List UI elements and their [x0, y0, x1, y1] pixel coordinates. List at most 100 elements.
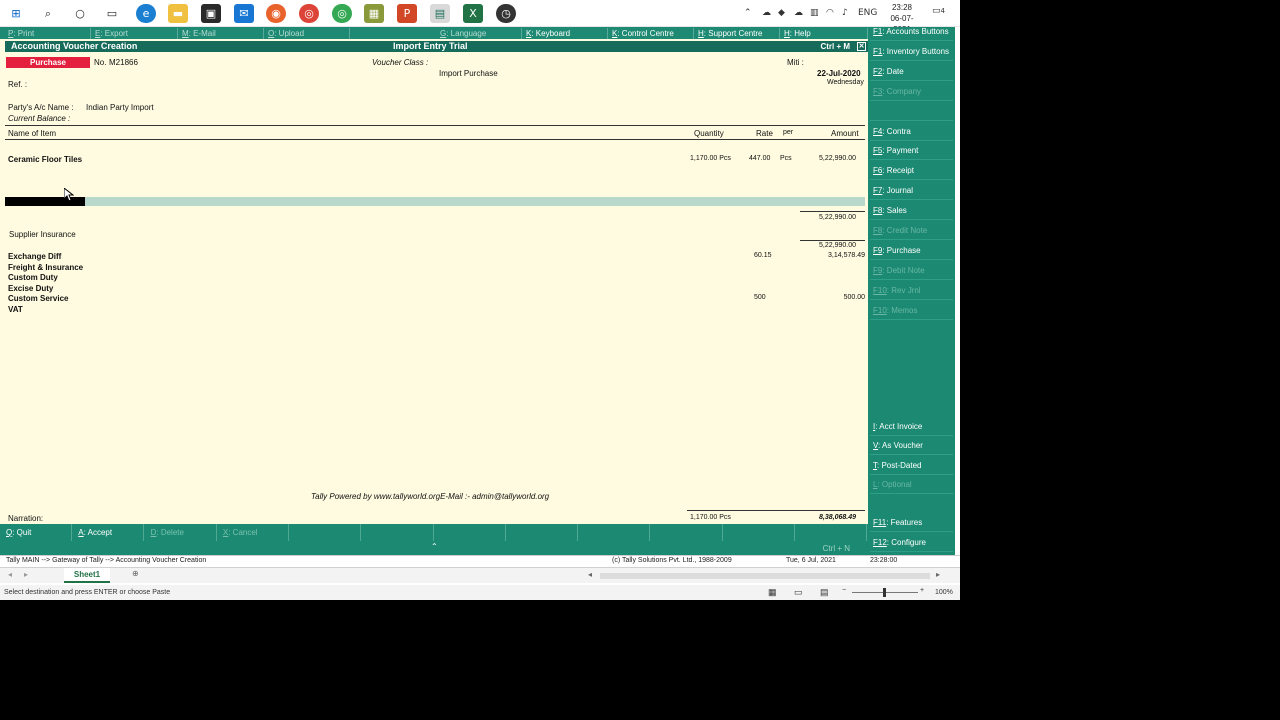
total-quantity: 1,170.00 Pcs — [690, 514, 731, 521]
notification-icon[interactable]: ▭4 — [932, 6, 945, 16]
right-button[interactable]: F8: Sales — [870, 201, 953, 221]
page-break-icon[interactable]: ▤ — [820, 587, 829, 598]
top-menu-item[interactable]: O: Upload — [264, 28, 350, 39]
voucher-no[interactable]: M21866 — [109, 58, 138, 67]
ledger-rate[interactable]: 60.15 — [754, 252, 772, 259]
right-button[interactable]: V: As Voucher — [870, 436, 953, 456]
dropbox-icon[interactable]: ◆ — [778, 8, 785, 18]
normal-view-icon[interactable]: ▦ — [768, 587, 777, 598]
ledger-name[interactable]: Exchange Diff — [8, 252, 61, 261]
voucher-type-badge[interactable]: Purchase — [6, 57, 90, 68]
scroll-left-icon[interactable]: ◂ — [588, 570, 592, 579]
right-button[interactable]: F1: Inventory Buttons — [870, 42, 953, 61]
page-layout-icon[interactable]: ▭ — [794, 587, 803, 598]
clock-app-icon[interactable]: ◷ — [496, 4, 516, 23]
chevron-up-icon[interactable]: ⌃ — [744, 8, 752, 18]
ledger-name[interactable]: Freight & Insurance — [8, 263, 83, 272]
top-menu-item[interactable]: K: Control Centre — [608, 28, 694, 39]
ledger-name[interactable]: Excise Duty — [8, 284, 53, 293]
right-button[interactable]: F6: Receipt — [870, 161, 953, 181]
right-button[interactable]: T: Post-Dated — [870, 456, 953, 475]
right-button: F8: Credit Note — [870, 221, 953, 240]
right-button[interactable]: F7: Journal — [870, 181, 953, 201]
top-menu-item[interactable]: H: Support Centre — [694, 28, 780, 39]
cloud-icon[interactable]: ☁ — [762, 8, 771, 18]
bottom-button[interactable]: A: Accept — [72, 524, 145, 541]
voucher-date[interactable]: 22-Jul-2020 — [817, 69, 861, 78]
voucher-no-label: No. — [94, 58, 107, 67]
edge-browser-icon[interactable]: e — [136, 4, 156, 23]
item-per[interactable]: Pcs — [780, 155, 792, 162]
item-quantity[interactable]: 1,170.00 Pcs — [690, 155, 731, 162]
top-menu-item[interactable]: P: Print — [4, 28, 91, 39]
item-name[interactable]: Ceramic Floor Tiles — [8, 155, 82, 164]
selected-row[interactable] — [5, 197, 865, 206]
wifi-icon[interactable]: ◠ — [826, 8, 834, 18]
ledger-name[interactable]: Custom Duty — [8, 273, 58, 282]
item-rate[interactable]: 447.00 — [749, 155, 770, 162]
task-view-icon[interactable]: ▭ — [102, 4, 122, 23]
right-button[interactable]: F5: Payment — [870, 141, 953, 161]
windows-start-icon[interactable]: ⊞ — [6, 4, 26, 23]
top-menu-item[interactable]: H: Help — [780, 28, 868, 39]
store-icon[interactable]: ▣ — [201, 4, 221, 23]
party-name[interactable]: Indian Party Import — [86, 103, 154, 112]
right-button[interactable]: F4: Contra — [870, 122, 953, 141]
chrome-profile-icon[interactable]: ◎ — [332, 4, 352, 23]
zoom-in-icon[interactable]: + — [920, 587, 924, 594]
mail-icon[interactable]: ✉ — [234, 4, 254, 23]
top-menu-item[interactable]: K: Keyboard — [522, 28, 608, 39]
supplier-insurance-ledger[interactable]: Supplier Insurance — [9, 230, 76, 239]
tally-icon[interactable]: ▤ — [430, 4, 450, 23]
voucher-class-value[interactable]: Import Purchase — [439, 69, 498, 78]
right-button[interactable]: F2: Date — [870, 62, 953, 81]
subtotal-amount: 5,22,990.00 — [819, 214, 856, 221]
right-button[interactable]: F11: Features — [870, 513, 953, 532]
file-explorer-icon[interactable]: ▬ — [168, 4, 188, 23]
ledger-name[interactable]: VAT — [8, 305, 23, 314]
right-button[interactable]: F12: Configure — [870, 533, 953, 552]
top-menu-item[interactable]: M: E-Mail — [178, 28, 264, 39]
excel-icon[interactable]: X — [463, 4, 483, 23]
app-icon[interactable]: ▦ — [364, 4, 384, 23]
windows-taskbar: ⊞ ⌕ ○ ▭ e ▬ ▣ ✉ ◉ ◎ ◎ ▦ P ▤ X ◷ ⌃ ☁ ◆ ☁ … — [0, 0, 960, 34]
shortcut-key: F4 — [873, 126, 883, 136]
shortcut-key: F2 — [873, 66, 883, 76]
button-label: : Quit — [12, 528, 32, 537]
scroll-right-icon[interactable]: ▸ — [936, 570, 940, 579]
ledger-rate[interactable]: 500 — [754, 294, 766, 301]
volume-icon[interactable]: ♪ — [842, 8, 848, 18]
menu-label: : Support Centre — [703, 29, 763, 38]
search-icon[interactable]: ⌕ — [38, 4, 58, 23]
col-quantity: Quantity — [694, 129, 724, 138]
right-button[interactable]: F9: Purchase — [870, 241, 953, 260]
sheet-prev-icon[interactable]: ◂ — [8, 570, 12, 579]
cortana-icon[interactable]: ○ — [70, 4, 90, 23]
item-amount[interactable]: 5,22,990.00 — [819, 155, 856, 162]
close-icon[interactable]: ✕ — [857, 42, 866, 51]
onedrive-icon[interactable]: ☁ — [794, 8, 803, 18]
bottom-button[interactable]: Q: Quit — [0, 524, 72, 541]
right-button[interactable]: F1: Accounts Buttons — [870, 22, 953, 41]
chevron-up-icon[interactable]: ⌃ — [431, 542, 438, 551]
chrome-icon[interactable]: ◎ — [299, 4, 319, 23]
zoom-slider-thumb[interactable] — [883, 588, 886, 597]
top-menu-item[interactable]: E: Export — [91, 28, 178, 39]
right-button[interactable]: I: Acct Invoice — [870, 417, 953, 436]
language-indicator[interactable]: ENG — [858, 8, 877, 18]
shortcut-key: F12 — [873, 537, 887, 547]
bottom-button-empty — [723, 524, 795, 541]
horizontal-scrollbar[interactable] — [600, 573, 930, 579]
firefox-icon[interactable]: ◉ — [266, 4, 286, 23]
top-menu-item[interactable]: G: Language — [436, 28, 522, 39]
excel-status-message: Select destination and press ENTER or ch… — [4, 589, 171, 596]
ledger-amount[interactable]: 500.00 — [795, 294, 865, 301]
sheet-tab-sheet1[interactable]: Sheet1 — [64, 568, 110, 583]
sheet-next-icon[interactable]: ▸ — [24, 570, 28, 579]
powerpoint-icon[interactable]: P — [397, 4, 417, 23]
ledger-name[interactable]: Custom Service — [8, 294, 68, 303]
add-sheet-icon[interactable]: ⊕ — [132, 569, 139, 578]
zoom-out-icon[interactable]: − — [842, 587, 846, 594]
network-icon[interactable]: ▥ — [810, 8, 819, 18]
ledger-amount[interactable]: 3,14,578.49 — [795, 252, 865, 259]
